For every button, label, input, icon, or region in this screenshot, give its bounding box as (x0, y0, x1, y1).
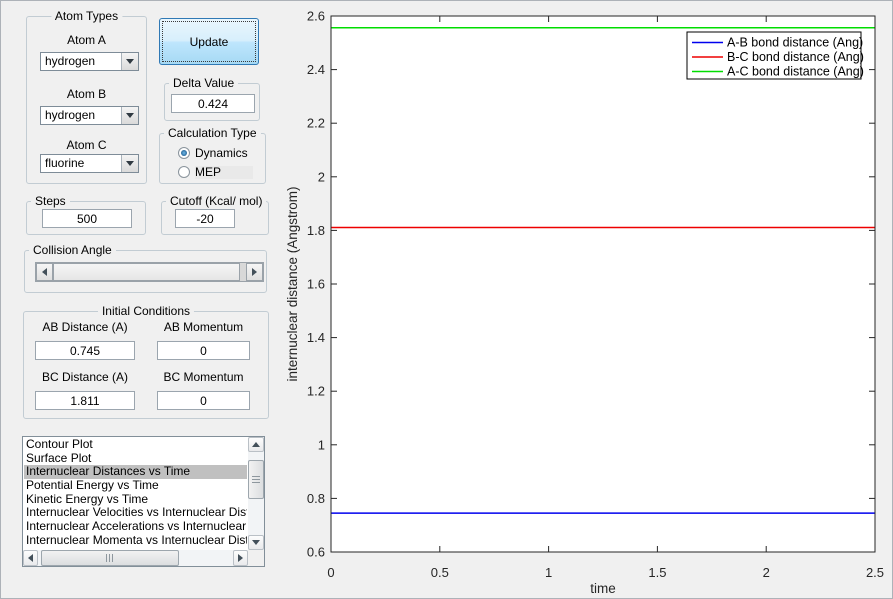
y-tick-label: 2 (318, 169, 325, 184)
y-tick-label: 2.2 (307, 116, 325, 131)
atom-b-label: Atom B (66, 87, 107, 101)
horizontal-scrollbar[interactable] (23, 550, 248, 566)
radio-selected-icon[interactable] (178, 147, 190, 159)
atom-a-label: Atom A (67, 33, 106, 47)
slider-left-arrow-icon[interactable] (36, 263, 53, 281)
steps-input[interactable] (42, 209, 132, 228)
radio-dynamics[interactable]: Dynamics (178, 146, 248, 160)
x-axis-label: time (590, 581, 616, 596)
x-tick-label: 2 (763, 565, 770, 580)
list-item[interactable]: Internuclear Velocities vs Internuclear … (24, 506, 247, 520)
atom-c-label: Atom C (66, 138, 107, 152)
radio-unselected-icon[interactable] (178, 166, 190, 178)
y-tick-label: 1.8 (307, 223, 325, 238)
y-tick-label: 0.8 (307, 491, 325, 506)
scroll-left-icon[interactable] (23, 550, 38, 566)
plot-type-listbox[interactable]: Contour Plot Surface Plot Internuclear Dis… (22, 436, 265, 567)
update-button[interactable]: Update (159, 18, 259, 65)
atom-c-value: fluorine (45, 156, 85, 170)
plot-canvas: 0 0.5 1 1.5 2 2.5 0.6 0.8 1 1.2 1.4 1.6 1.8 2 2.2 2.4 2.… (285, 9, 884, 597)
vertical-scroll-thumb[interactable] (248, 460, 264, 499)
atom-b-dropdown[interactable]: hydrogen (40, 106, 139, 125)
ab-distance-label: AB Distance (A) (42, 320, 128, 334)
initial-conditions-title: Initial Conditions (97, 304, 195, 318)
radio-mep-label: MEP (195, 165, 254, 179)
radio-dynamics-label: Dynamics (195, 145, 248, 160)
list-item[interactable]: Internuclear Momenta vs Internuclear Dis… (24, 534, 247, 548)
y-axis-label: internuclear distance (Angstrom) (285, 186, 300, 381)
y-tick-label: 2.4 (307, 62, 325, 77)
scrollbar-corner (248, 550, 264, 566)
y-tick-label: 1.6 (307, 277, 325, 292)
delta-value-input[interactable] (171, 94, 255, 113)
bc-momentum-label: BC Momentum (163, 370, 244, 384)
y-tick-label: 1.2 (307, 384, 325, 399)
legend-entry-label: B-C bond distance (Ang) (727, 50, 864, 64)
initial-conditions-group: Initial Conditions AB Distance (A) AB Mo… (23, 304, 269, 419)
plot-type-list: Contour Plot Surface Plot Internuclear Dis… (24, 438, 247, 549)
list-item[interactable]: Potential Energy vs Time (24, 479, 247, 493)
list-item[interactable]: Internuclear Distances vs Time (24, 465, 247, 480)
list-item[interactable]: Internuclear Accelerations vs Internucle… (24, 520, 247, 534)
scroll-down-icon[interactable] (248, 535, 264, 550)
legend-entry-label: A-C bond distance (Ang) (727, 65, 864, 79)
cutoff-group: Cutoff (Kcal/ mol) (161, 194, 269, 235)
delta-value-title: Delta Value (169, 76, 239, 90)
scroll-right-icon[interactable] (233, 550, 248, 566)
plot-background (331, 16, 875, 552)
steps-group: Steps (26, 194, 146, 235)
dropdown-arrow-icon[interactable] (121, 107, 138, 124)
collision-angle-title: Collision Angle (29, 243, 116, 257)
app-window: Atom Types Atom A hydrogen Atom B hydrog… (0, 0, 893, 599)
ab-distance-input[interactable] (35, 341, 135, 360)
dropdown-arrow-icon[interactable] (121, 53, 138, 70)
dropdown-arrow-icon[interactable] (121, 155, 138, 172)
atom-c-dropdown[interactable]: fluorine (40, 154, 139, 173)
delta-value-group: Delta Value (164, 76, 260, 121)
scroll-up-icon[interactable] (248, 437, 264, 452)
y-tick-label: 1 (318, 437, 325, 452)
list-item[interactable]: Kinetic Energy vs Time (24, 493, 247, 507)
collision-angle-group: Collision Angle (24, 243, 267, 293)
x-tick-label: 2.5 (866, 565, 884, 580)
horizontal-scroll-thumb[interactable] (41, 550, 179, 566)
atom-types-title: Atom Types (50, 9, 123, 23)
ab-momentum-label: AB Momentum (163, 320, 244, 334)
atom-a-dropdown[interactable]: hydrogen (40, 52, 139, 71)
slider-right-arrow-icon[interactable] (246, 263, 263, 281)
x-tick-label: 1.5 (648, 565, 666, 580)
calculation-type-title: Calculation Type (164, 126, 261, 140)
atom-types-group: Atom Types Atom A hydrogen Atom B hydrog… (26, 9, 147, 184)
bc-distance-label: BC Distance (A) (41, 370, 129, 384)
x-tick-label: 0.5 (431, 565, 449, 580)
list-item[interactable]: Surface Plot (24, 452, 247, 466)
steps-title: Steps (31, 194, 70, 208)
bc-momentum-input[interactable] (157, 391, 250, 410)
vertical-scrollbar[interactable] (248, 437, 264, 550)
y-tick-label: 0.6 (307, 545, 325, 560)
cutoff-input[interactable] (175, 209, 235, 228)
bc-distance-input[interactable] (35, 391, 135, 410)
y-tick-label: 1.4 (307, 330, 325, 345)
slider-thumb[interactable] (53, 263, 240, 281)
cutoff-title: Cutoff (Kcal/ mol) (166, 194, 267, 208)
legend-entry-label: A-B bond distance (Ang) (727, 36, 863, 50)
atom-b-value: hydrogen (45, 108, 96, 122)
calculation-type-group: Calculation Type Dynamics MEP (159, 126, 266, 184)
atom-a-value: hydrogen (45, 54, 96, 68)
x-tick-label: 0 (327, 565, 334, 580)
y-tick-label: 2.6 (307, 9, 325, 24)
legend: A-B bond distance (Ang)B-C bond distance… (686, 31, 864, 80)
x-tick-label: 1 (545, 565, 552, 580)
list-item[interactable]: Contour Plot (24, 438, 247, 452)
collision-angle-slider[interactable] (35, 262, 264, 282)
ab-momentum-input[interactable] (157, 341, 250, 360)
radio-mep[interactable]: MEP (178, 165, 254, 179)
